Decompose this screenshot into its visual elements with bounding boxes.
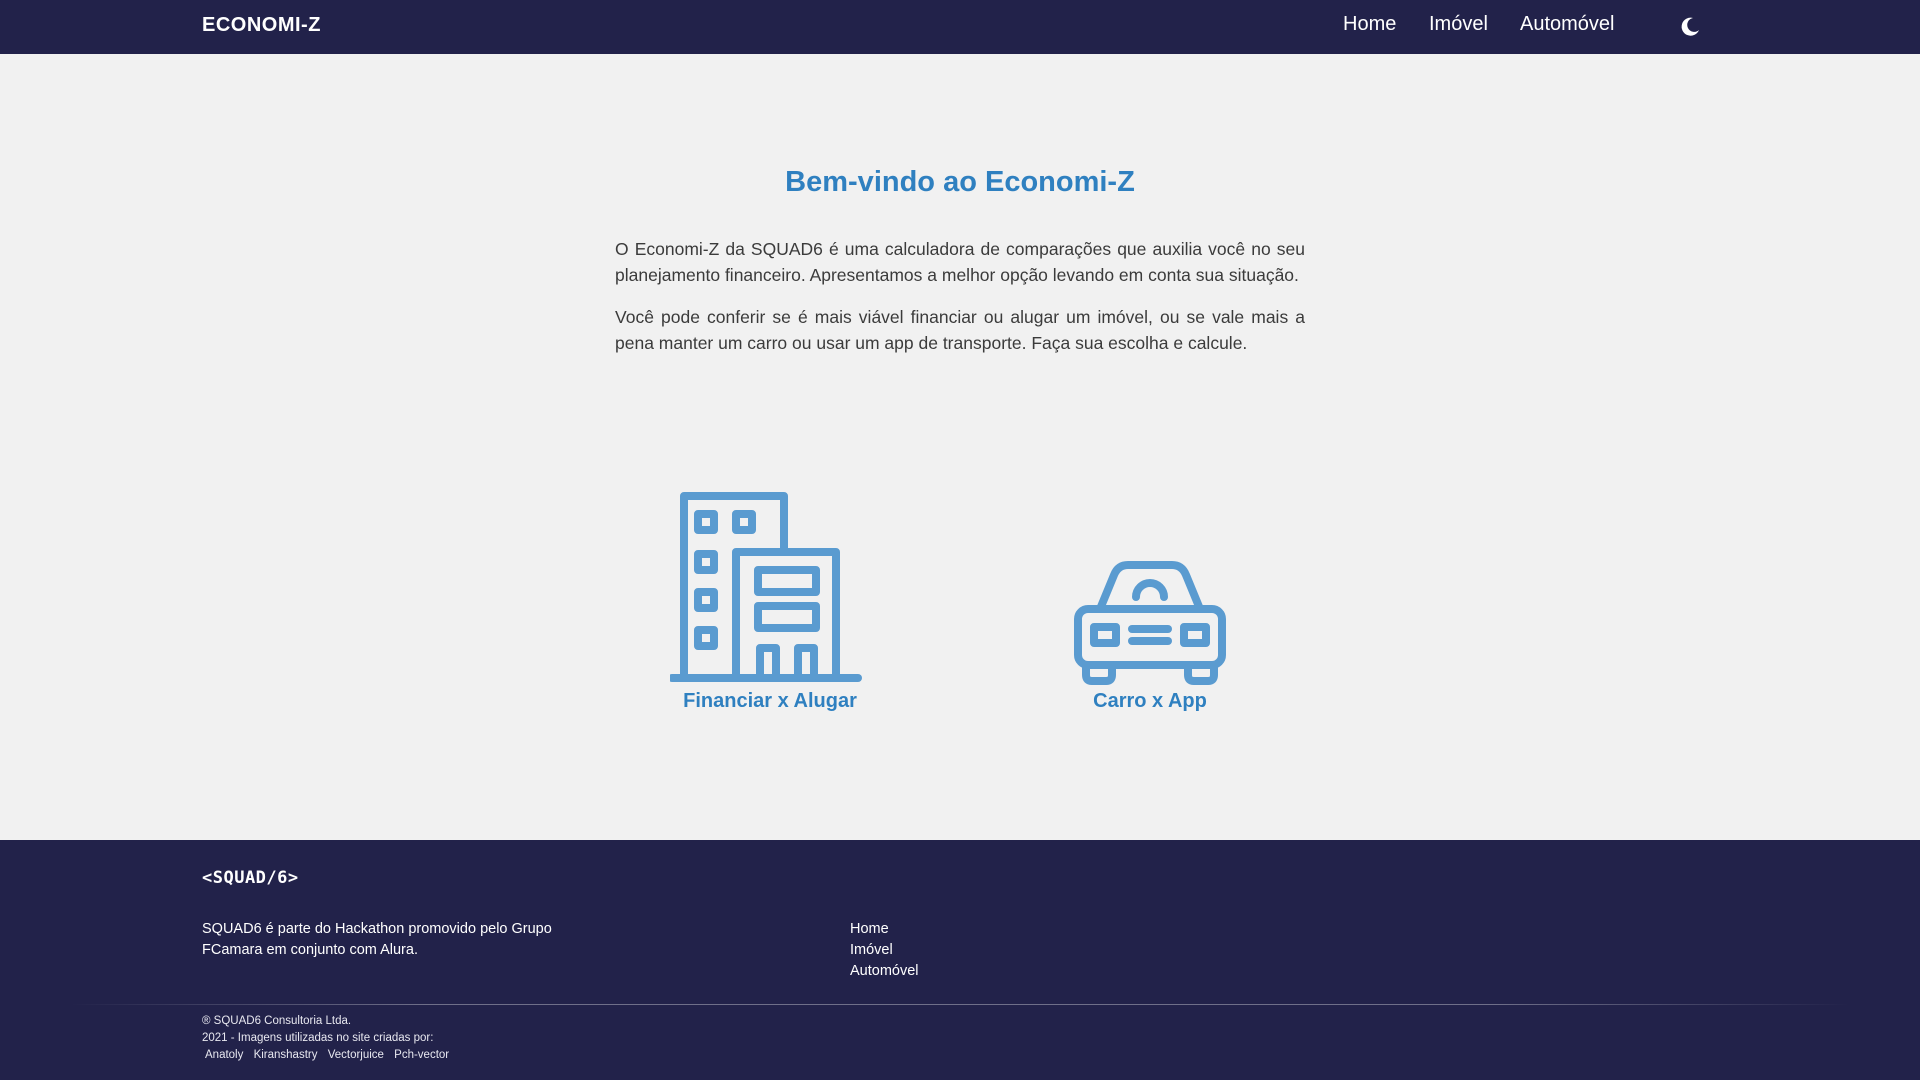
nav-home-link[interactable]: Home (1343, 13, 1396, 36)
credit-link[interactable]: Pch-vector (394, 1049, 449, 1061)
card-label: Carro x App (1093, 690, 1207, 712)
intro-text: O Economi-Z da SQUAD6 é uma calculadora … (615, 236, 1305, 372)
credit-link[interactable]: Anatoly (205, 1049, 243, 1061)
page-title: Bem-vindo ao Economi-Z (785, 166, 1135, 198)
intro-paragraph: Você pode conferir se é mais viável fina… (615, 307, 1305, 353)
images-note: 2021 - Imagens utilizadas no site criada… (202, 1032, 434, 1044)
image-credits: Anatoly Kiranshastry Vectorjuice Pch-vec… (202, 1047, 453, 1064)
card-label: Financiar x Alugar (683, 690, 857, 712)
top-navbar: ECONOMI-Z Home Imóvel Automóvel (0, 0, 1920, 54)
car-icon (1074, 561, 1226, 685)
card-carro-app[interactable]: Carro x App (1020, 484, 1280, 714)
nav-automovel-link[interactable]: Automóvel (1520, 13, 1615, 36)
credit-link[interactable]: Vectorjuice (328, 1049, 384, 1061)
footer-divider (70, 1004, 1850, 1005)
theme-toggle-button[interactable] (1678, 15, 1702, 39)
card-financiar-alugar[interactable]: Financiar x Alugar (640, 484, 900, 714)
footer-link-automovel[interactable]: Automóvel (850, 961, 919, 982)
squad6-logo: <SQUAD/6> (202, 868, 299, 888)
nav-imovel-link[interactable]: Imóvel (1429, 13, 1488, 36)
building-icon (670, 492, 862, 682)
copyright: ® SQUAD6 Consultoria Ltda. (202, 1015, 352, 1027)
brand-logo[interactable]: ECONOMI-Z (202, 14, 321, 37)
site-footer: <SQUAD/6> SQUAD6 é parte do Hackathon pr… (0, 840, 1920, 1080)
footer-legal: ® SQUAD6 Consultoria Ltda. 2021 - Imagen… (202, 1013, 453, 1064)
footer-about: SQUAD6 é parte do Hackathon promovido pe… (202, 921, 552, 958)
footer-link-imovel[interactable]: Imóvel (850, 940, 919, 961)
footer-links: Home Imóvel Automóvel (850, 919, 919, 982)
moon-icon (1681, 17, 1699, 36)
intro-paragraph: O Economi-Z da SQUAD6 é uma calculadora … (615, 239, 1305, 285)
footer-link-home[interactable]: Home (850, 919, 919, 940)
credit-link[interactable]: Kiranshastry (254, 1049, 318, 1061)
